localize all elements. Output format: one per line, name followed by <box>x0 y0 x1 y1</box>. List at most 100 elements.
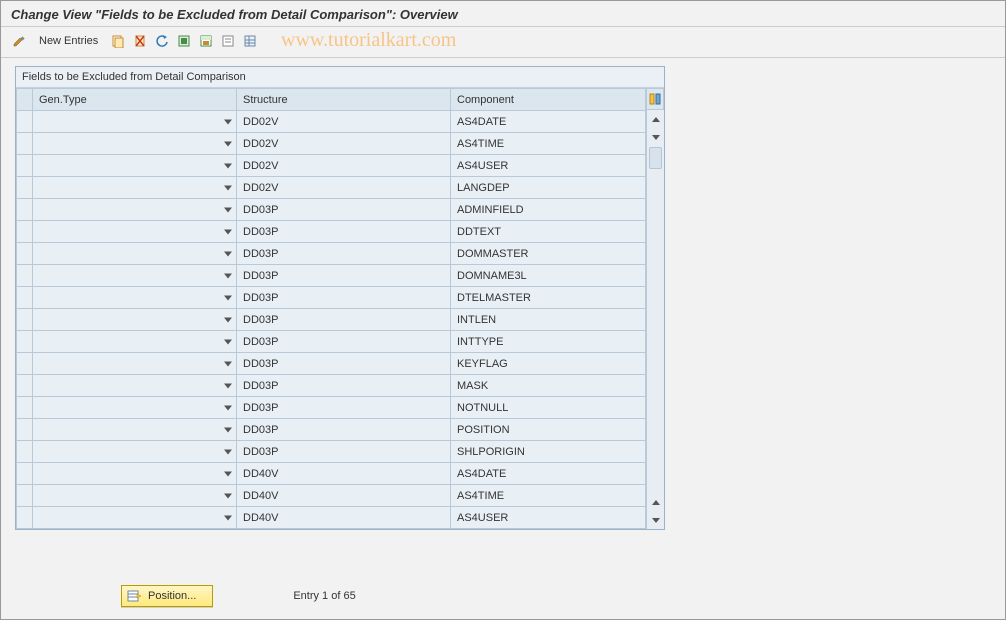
cell-component[interactable]: AS4TIME <box>451 133 646 155</box>
cell-structure[interactable]: DD03P <box>237 243 451 265</box>
cell-component[interactable]: MASK <box>451 375 646 397</box>
vertical-scrollbar[interactable] <box>646 110 664 529</box>
cell-component[interactable]: DDTEXT <box>451 221 646 243</box>
chevron-down-icon[interactable] <box>224 207 232 212</box>
cell-component[interactable]: AS4DATE <box>451 463 646 485</box>
cell-component[interactable]: AS4USER <box>451 507 646 529</box>
cell-structure[interactable]: DD03P <box>237 419 451 441</box>
chevron-down-icon[interactable] <box>224 163 232 168</box>
row-selector[interactable] <box>17 463 33 485</box>
cell-structure[interactable]: DD40V <box>237 485 451 507</box>
row-selector[interactable] <box>17 133 33 155</box>
cell-structure[interactable]: DD03P <box>237 375 451 397</box>
cell-component[interactable]: AS4TIME <box>451 485 646 507</box>
delete-icon[interactable] <box>130 31 150 51</box>
cell-component[interactable]: AS4USER <box>451 155 646 177</box>
column-header-gentype[interactable]: Gen.Type <box>33 89 237 111</box>
column-header-component[interactable]: Component <box>451 89 646 111</box>
row-selector[interactable] <box>17 221 33 243</box>
configure-columns-icon[interactable] <box>646 88 664 110</box>
chevron-down-icon[interactable] <box>224 427 232 432</box>
chevron-down-icon[interactable] <box>224 141 232 146</box>
chevron-down-icon[interactable] <box>224 119 232 124</box>
select-block-icon[interactable] <box>196 31 216 51</box>
cell-structure[interactable]: DD03P <box>237 287 451 309</box>
cell-structure[interactable]: DD03P <box>237 441 451 463</box>
cell-gentype[interactable] <box>33 507 237 529</box>
cell-gentype[interactable] <box>33 441 237 463</box>
cell-structure[interactable]: DD03P <box>237 265 451 287</box>
chevron-down-icon[interactable] <box>224 515 232 520</box>
cell-gentype[interactable] <box>33 309 237 331</box>
cell-component[interactable]: NOTNULL <box>451 397 646 419</box>
row-selector[interactable] <box>17 397 33 419</box>
chevron-down-icon[interactable] <box>224 471 232 476</box>
row-selector[interactable] <box>17 155 33 177</box>
cell-structure[interactable]: DD02V <box>237 177 451 199</box>
cell-structure[interactable]: DD40V <box>237 463 451 485</box>
cell-gentype[interactable] <box>33 177 237 199</box>
chevron-down-icon[interactable] <box>224 383 232 388</box>
cell-gentype[interactable] <box>33 463 237 485</box>
cell-structure[interactable]: DD03P <box>237 221 451 243</box>
chevron-down-icon[interactable] <box>224 493 232 498</box>
deselect-all-icon[interactable] <box>218 31 238 51</box>
cell-structure[interactable]: DD03P <box>237 331 451 353</box>
cell-component[interactable]: POSITION <box>451 419 646 441</box>
scroll-up-icon[interactable] <box>648 111 664 127</box>
chevron-down-icon[interactable] <box>224 273 232 278</box>
new-entries-button[interactable]: New Entries <box>31 33 106 49</box>
cell-component[interactable]: DOMMASTER <box>451 243 646 265</box>
scroll-down-icon[interactable] <box>648 129 664 145</box>
row-selector[interactable] <box>17 287 33 309</box>
chevron-down-icon[interactable] <box>224 185 232 190</box>
scrollbar-thumb[interactable] <box>649 147 662 169</box>
chevron-down-icon[interactable] <box>224 405 232 410</box>
cell-gentype[interactable] <box>33 485 237 507</box>
table-view-icon[interactable] <box>240 31 260 51</box>
cell-component[interactable]: INTLEN <box>451 309 646 331</box>
cell-structure[interactable]: DD03P <box>237 397 451 419</box>
chevron-down-icon[interactable] <box>224 229 232 234</box>
cell-component[interactable]: INTTYPE <box>451 331 646 353</box>
cell-component[interactable]: ADMINFIELD <box>451 199 646 221</box>
row-selector[interactable] <box>17 331 33 353</box>
row-selector[interactable] <box>17 199 33 221</box>
undo-change-icon[interactable] <box>152 31 172 51</box>
chevron-down-icon[interactable] <box>224 449 232 454</box>
cell-component[interactable]: DTELMASTER <box>451 287 646 309</box>
column-header-structure[interactable]: Structure <box>237 89 451 111</box>
cell-structure[interactable]: DD03P <box>237 353 451 375</box>
row-selector[interactable] <box>17 111 33 133</box>
cell-component[interactable]: SHLPORIGIN <box>451 441 646 463</box>
select-all-icon[interactable] <box>174 31 194 51</box>
row-selector[interactable] <box>17 375 33 397</box>
row-selector[interactable] <box>17 419 33 441</box>
cell-structure[interactable]: DD03P <box>237 199 451 221</box>
scroll-down-bottom-icon[interactable] <box>648 512 664 528</box>
toggle-display-change-icon[interactable] <box>9 31 29 51</box>
cell-component[interactable]: KEYFLAG <box>451 353 646 375</box>
row-selector[interactable] <box>17 485 33 507</box>
chevron-down-icon[interactable] <box>224 295 232 300</box>
cell-gentype[interactable] <box>33 111 237 133</box>
cell-gentype[interactable] <box>33 243 237 265</box>
row-selector[interactable] <box>17 309 33 331</box>
cell-gentype[interactable] <box>33 199 237 221</box>
cell-gentype[interactable] <box>33 331 237 353</box>
copy-as-icon[interactable] <box>108 31 128 51</box>
cell-gentype[interactable] <box>33 397 237 419</box>
cell-gentype[interactable] <box>33 353 237 375</box>
row-selector[interactable] <box>17 441 33 463</box>
cell-gentype[interactable] <box>33 133 237 155</box>
row-selector[interactable] <box>17 265 33 287</box>
scroll-up-bottom-icon[interactable] <box>648 494 664 510</box>
chevron-down-icon[interactable] <box>224 361 232 366</box>
cell-structure[interactable]: DD03P <box>237 309 451 331</box>
cell-structure[interactable]: DD02V <box>237 111 451 133</box>
cell-gentype[interactable] <box>33 221 237 243</box>
row-selector[interactable] <box>17 353 33 375</box>
chevron-down-icon[interactable] <box>224 317 232 322</box>
row-selector[interactable] <box>17 507 33 529</box>
chevron-down-icon[interactable] <box>224 251 232 256</box>
